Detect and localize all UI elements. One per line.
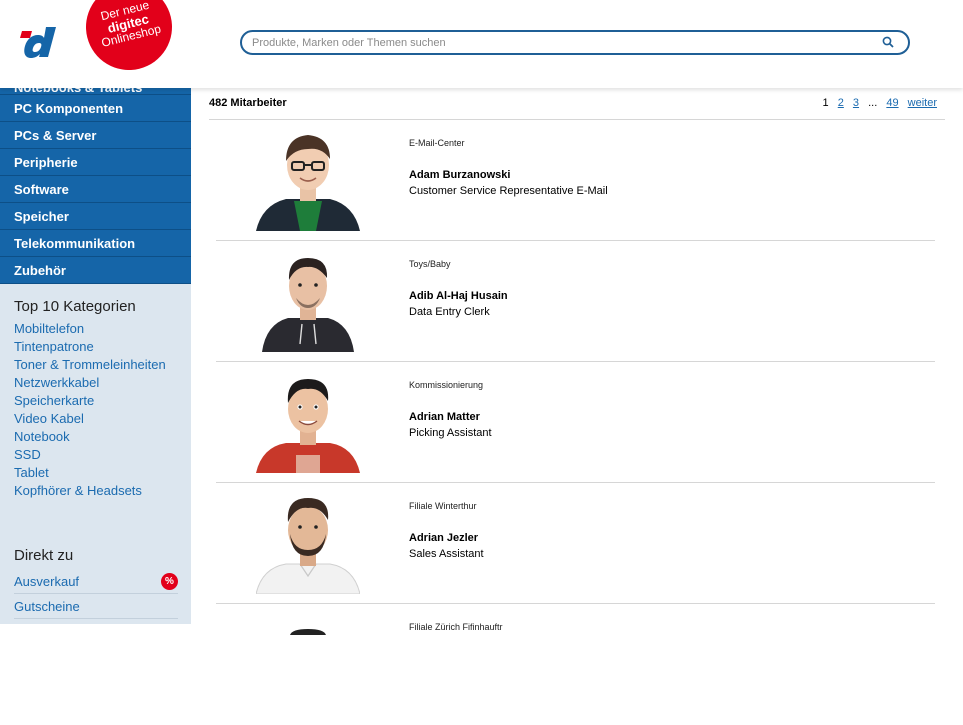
employee-department: Kommissionierung: [409, 380, 484, 390]
person-photo-icon: [256, 135, 360, 231]
sidebar-category[interactable]: PCs & Server: [0, 122, 191, 149]
sidebar-category[interactable]: Zubehör: [0, 257, 191, 284]
employee-role: Sales Assistant: [409, 548, 484, 560]
list-item[interactable]: Toys/Baby Adib Al-Haj Husain Data Entry …: [216, 241, 935, 362]
person-photo-icon: [290, 629, 326, 635]
list-item[interactable]: Kommissionierung Adrian Matter Picking A…: [216, 362, 935, 483]
top10-link[interactable]: Toner & Trommeleinheiten: [0, 356, 191, 374]
list-item[interactable]: Filiale Zürich Fifinhauftr: [216, 604, 935, 725]
direkt-heading: Direkt zu: [14, 547, 74, 564]
digitec-logo-icon: [20, 27, 56, 58]
sidebar-category[interactable]: Speicher: [0, 203, 191, 230]
employee-photo: [256, 615, 360, 715]
page-link[interactable]: 3: [853, 97, 859, 109]
employee-name[interactable]: Adam Burzanowski: [409, 169, 510, 181]
person-photo-icon: [262, 258, 354, 352]
top10-heading: Top 10 Kategorien: [14, 298, 136, 315]
employee-role: Customer Service Representative E-Mail: [409, 185, 608, 197]
new-shop-badge[interactable]: Der neue digitec Onlineshop: [76, 0, 182, 80]
page-current: 1: [822, 97, 829, 109]
employee-photo: [256, 494, 360, 594]
search-input[interactable]: [252, 35, 872, 51]
employee-name[interactable]: Adrian Matter: [409, 411, 480, 423]
page-link-last[interactable]: 49: [886, 97, 898, 109]
sidebar-category[interactable]: PC Komponenten: [0, 95, 191, 122]
employee-department: Filiale Winterthur: [409, 501, 477, 511]
search-bar: [240, 30, 910, 55]
employee-photo: [256, 252, 360, 352]
pagination: 1 2 3 ... 49 weiter: [817, 97, 937, 109]
top10-link[interactable]: Mobiltelefon: [0, 320, 191, 338]
top10-link[interactable]: Tintenpatrone: [0, 338, 191, 356]
top10-link[interactable]: Notebook: [0, 428, 191, 446]
sidebar-category[interactable]: Notebooks & Tablets: [0, 88, 191, 95]
employee-department: E-Mail-Center: [409, 138, 465, 148]
page-next-link[interactable]: weiter: [908, 97, 937, 109]
top10-link[interactable]: Netzwerkkabel: [0, 374, 191, 392]
employee-department: Toys/Baby: [409, 259, 451, 269]
sidebar-category[interactable]: Software: [0, 176, 191, 203]
sidebar-category[interactable]: Peripherie: [0, 149, 191, 176]
employee-name[interactable]: Adib Al-Haj Husain: [409, 290, 508, 302]
direkt-link-label: Ausverkauf: [14, 574, 80, 589]
page-ellipsis: ...: [868, 97, 878, 109]
employee-role: Picking Assistant: [409, 427, 492, 439]
search-icon[interactable]: [882, 36, 894, 48]
sidebar-category[interactable]: Telekommunikation: [0, 230, 191, 257]
employee-photo: [256, 131, 360, 231]
employee-role: Data Entry Clerk: [409, 306, 490, 318]
top10-link[interactable]: SSD: [0, 446, 191, 464]
direkt-link-gutscheine[interactable]: Gutscheine: [14, 594, 178, 619]
employee-list: 482 Mitarbeiter 1 2 3 ... 49 weiter E-Ma…: [209, 88, 945, 715]
top10-link[interactable]: Speicherkarte: [0, 392, 191, 410]
top10-link[interactable]: Tablet: [0, 464, 191, 482]
list-item[interactable]: E-Mail-Center Adam Burzanowski Customer …: [216, 120, 935, 241]
person-photo-icon: [256, 498, 360, 594]
percent-badge-icon: %: [161, 573, 178, 590]
top10-link[interactable]: Video Kabel: [0, 410, 191, 428]
top10-link[interactable]: Kopfhörer & Headsets: [0, 482, 191, 500]
list-item[interactable]: Filiale Winterthur Adrian Jezler Sales A…: [216, 483, 935, 604]
digitec-logo[interactable]: [20, 25, 60, 59]
list-toolbar: 482 Mitarbeiter 1 2 3 ... 49 weiter: [209, 88, 945, 120]
header: Der neue digitec Onlineshop: [0, 0, 963, 88]
person-photo-icon: [256, 379, 360, 473]
employee-photo: [256, 373, 360, 473]
sidebar: Notebooks & Tablets PC Komponenten PCs &…: [0, 88, 191, 624]
direkt-link-label: Gutscheine: [14, 599, 80, 614]
employee-name[interactable]: Adrian Jezler: [409, 532, 478, 544]
page-link[interactable]: 2: [838, 97, 844, 109]
direkt-link-ausverkauf[interactable]: Ausverkauf %: [14, 569, 178, 594]
employee-count: 482 Mitarbeiter: [209, 97, 287, 109]
